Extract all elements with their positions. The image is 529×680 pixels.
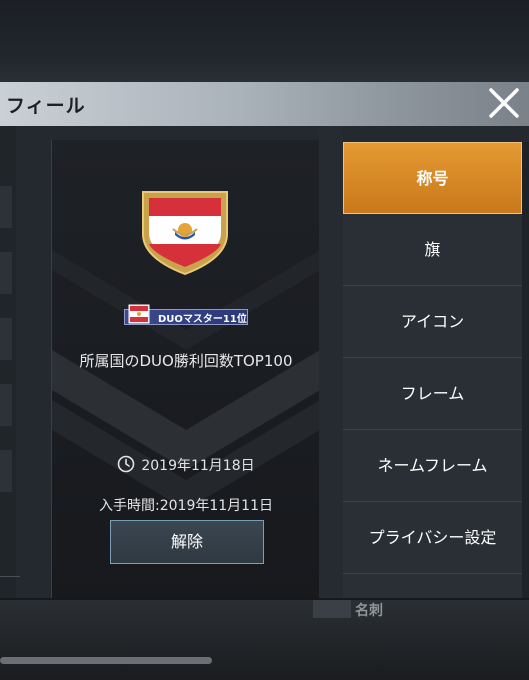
tab-name-frame[interactable]: ネームフレーム	[343, 430, 522, 502]
tab-scroll-edge	[522, 142, 529, 598]
expire-date: 2019年11月18日	[141, 458, 255, 474]
tab-flag[interactable]: 旗	[343, 214, 522, 286]
title-badge: DUOマスター11位	[120, 304, 248, 326]
divider	[0, 576, 20, 577]
business-card-icon	[313, 600, 351, 618]
title-description: 所属国のDUO勝利回数TOP100	[79, 352, 293, 370]
sidebar-tile[interactable]	[0, 186, 12, 228]
close-icon[interactable]	[487, 86, 521, 120]
scroll-indicator[interactable]	[0, 657, 212, 664]
tab-list: 称号 旗 アイコン フレーム ネームフレーム プライバシー設定	[343, 142, 529, 598]
left-sidebar-partial	[0, 126, 20, 598]
sidebar-tile[interactable]	[0, 450, 12, 492]
background-strip	[319, 126, 343, 598]
tab-privacy-settings[interactable]: プライバシー設定	[343, 502, 522, 574]
tab-icon[interactable]: アイコン	[343, 286, 522, 358]
country-flag-emblem-icon	[142, 191, 228, 276]
panel-title: フィール	[6, 95, 86, 117]
background-bottom	[0, 600, 529, 680]
background-top	[0, 0, 529, 84]
tab-title[interactable]: 称号	[343, 142, 522, 214]
release-button[interactable]: 解除	[110, 520, 264, 564]
tab-frame[interactable]: フレーム	[343, 358, 522, 430]
title-badge-text: DUOマスター11位	[158, 314, 247, 325]
flag-icon	[128, 304, 150, 324]
panel-header: フィール	[0, 82, 529, 126]
sidebar-tile[interactable]	[0, 384, 12, 426]
expire-row: 2019年11月18日	[52, 455, 320, 475]
acquired-time: 入手時間:2019年11月11日	[99, 498, 273, 514]
sidebar-tile[interactable]	[0, 252, 12, 294]
title-detail-card: DUOマスター11位 所属国のDUO勝利回数TOP100 2019年11月18日…	[51, 140, 321, 598]
sidebar-tile[interactable]	[0, 318, 12, 360]
clock-icon	[118, 455, 135, 473]
business-card-label: 名刺	[355, 603, 383, 619]
profile-panel: フィール DUOマスター11位 所属国のDUO勝利回数TOP100 2019年1…	[0, 82, 529, 598]
